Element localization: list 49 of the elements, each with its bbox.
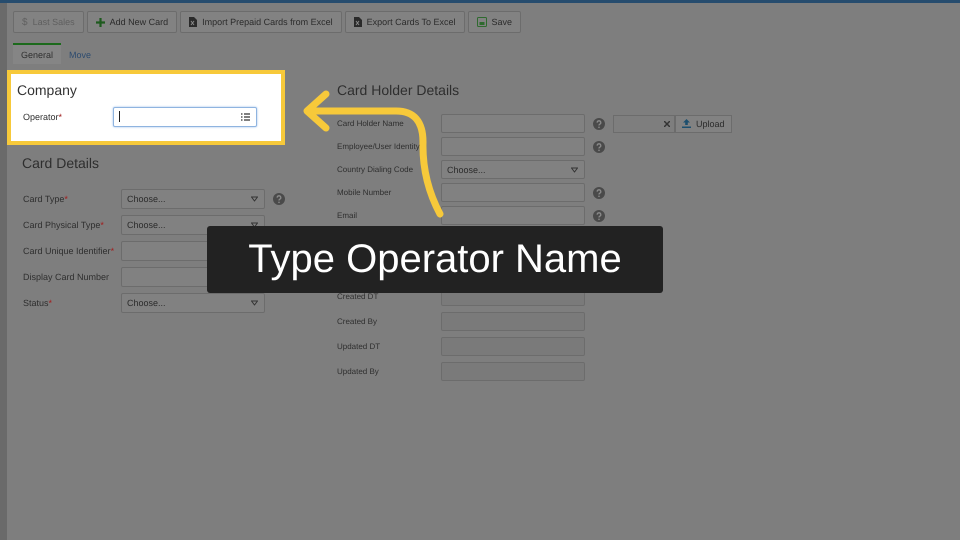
field-label: Status*: [23, 298, 54, 308]
toolbar-button[interactable]: Add New Card: [86, 11, 178, 33]
help-icon[interactable]: [593, 140, 605, 152]
plus-icon: [96, 18, 105, 26]
help-icon[interactable]: [273, 192, 285, 204]
help-icon[interactable]: [593, 210, 605, 222]
field-label: Display Card Number: [23, 272, 110, 282]
tab[interactable]: General: [13, 43, 62, 64]
toolbar-button[interactable]: Import Prepaid Cards from Excel: [180, 11, 342, 33]
text-cursor: [119, 111, 120, 122]
dropdown[interactable]: Choose...: [121, 188, 265, 208]
input-field[interactable]: [441, 206, 585, 225]
field-label: Created DT: [337, 292, 380, 301]
toolbar-button[interactable]: Save: [468, 11, 522, 33]
help-icon[interactable]: [593, 186, 605, 198]
upload-icon: [682, 119, 691, 128]
field-label: Card Unique Identifier*: [23, 246, 116, 256]
field-label: Card Type*: [23, 194, 69, 204]
help-icon[interactable]: [593, 118, 605, 130]
caret-icon: [251, 196, 258, 201]
operator-field[interactable]: [113, 106, 257, 126]
caret-icon: [571, 167, 578, 172]
dropdown[interactable]: Choose...: [121, 292, 265, 312]
caret-icon: [251, 222, 258, 227]
field-label: Employee/User Identity: [337, 142, 421, 151]
caret-icon: [251, 300, 258, 305]
section-title: Card Holder Details: [337, 82, 460, 98]
tab[interactable]: Move: [61, 43, 100, 64]
field-label: Mobile Number: [337, 188, 392, 197]
field-label: Card Holder Name: [337, 119, 405, 128]
section-title: Card Details: [22, 155, 100, 171]
field-label: Updated DT: [337, 342, 382, 351]
save-icon: [476, 17, 487, 27]
section-title: Company: [17, 82, 78, 98]
file-field[interactable]: [613, 114, 675, 132]
field-label: Operator*: [23, 112, 64, 122]
toolbar-button[interactable]: Export Cards To Excel: [344, 11, 465, 33]
close-icon[interactable]: [664, 120, 670, 126]
tutorial-tooltip: Type Operator Name: [207, 226, 663, 293]
field-label: Email: [337, 211, 358, 220]
field-label: Updated By: [337, 367, 380, 376]
field-label: Card Physical Type*: [23, 220, 105, 230]
field-label: Country Dialing Code: [337, 165, 414, 174]
field-label: Created By: [337, 317, 378, 326]
dropdown[interactable]: Choose...: [441, 160, 585, 179]
list-icon: [241, 112, 250, 120]
document-icon: [354, 17, 362, 27]
document-icon: [189, 17, 198, 27]
upload-button[interactable]: Upload: [675, 114, 732, 132]
